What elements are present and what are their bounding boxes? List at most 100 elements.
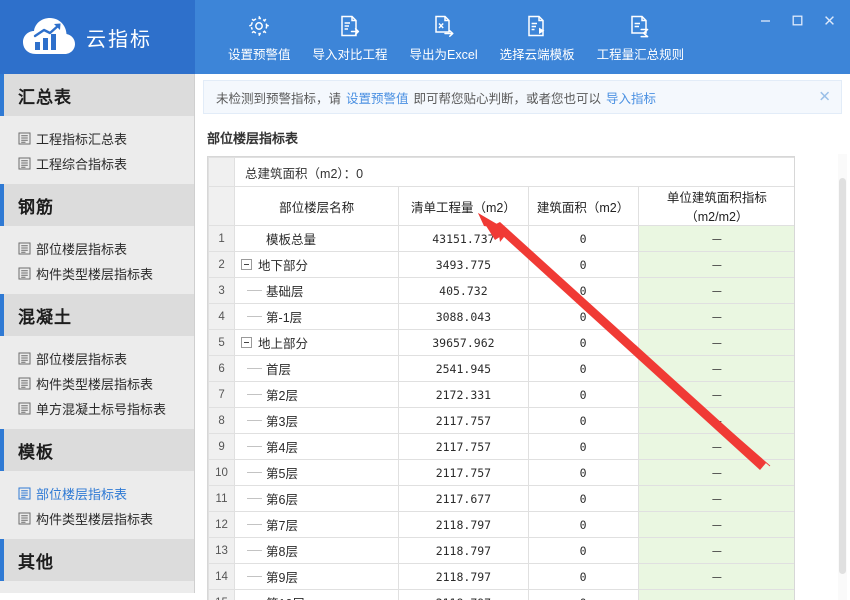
table-row[interactable]: 3 基础层 405.732 0 － [208, 277, 794, 304]
notice-link-set-warning-value[interactable]: 设置预警值 [346, 88, 409, 107]
cell-name[interactable]: 第2层 [234, 381, 400, 408]
maximize-icon[interactable] [782, 6, 812, 34]
close-icon[interactable] [814, 6, 844, 34]
table-row[interactable]: 11 第6层 2117.677 0 － [208, 485, 794, 512]
vertical-scrollbar[interactable] [838, 154, 847, 600]
cell-unit-index[interactable]: － [637, 485, 794, 512]
cell-building-area[interactable]: 0 [527, 225, 639, 252]
cell-name[interactable]: 第8层 [234, 537, 400, 564]
cell-name[interactable]: 模板总量 [234, 225, 400, 252]
sidebar-item[interactable]: 部位楼层指标表 [0, 481, 194, 506]
table-row[interactable]: 12 第7层 2118.797 0 － [208, 511, 794, 538]
cell-building-area[interactable]: 0 [527, 407, 639, 434]
cell-quantity[interactable]: 2118.797 [398, 589, 529, 600]
toolbar-button-quantity-sum-rule[interactable]: 工程量汇总规则 [586, 4, 696, 70]
cell-quantity[interactable]: 405.732 [398, 277, 529, 304]
cell-unit-index[interactable]: － [637, 589, 794, 600]
toolbar-button-select-cloud-template[interactable]: 选择云端模板 [489, 4, 586, 70]
cell-quantity[interactable]: 3088.043 [398, 303, 529, 330]
cell-quantity[interactable]: 2118.797 [398, 511, 529, 538]
cell-building-area[interactable]: 0 [527, 303, 639, 330]
cell-name[interactable]: 第5层 [234, 459, 400, 486]
cell-quantity[interactable]: 2117.757 [398, 459, 529, 486]
cell-name[interactable]: 第-1层 [234, 303, 400, 330]
cell-quantity[interactable]: 3493.775 [398, 251, 529, 278]
cell-unit-index[interactable]: － [637, 225, 794, 252]
notice-close-icon[interactable]: ✕ [818, 90, 831, 105]
cell-name[interactable]: 第3层 [234, 407, 400, 434]
cell-quantity[interactable]: 43151.737 [398, 225, 529, 252]
cell-unit-index[interactable]: － [637, 563, 794, 590]
cell-quantity[interactable]: 2117.757 [398, 433, 529, 460]
cell-building-area[interactable]: 0 [527, 537, 639, 564]
cell-unit-index[interactable]: － [637, 511, 794, 538]
expand-collapse-toggle[interactable] [239, 259, 254, 270]
cell-unit-index[interactable]: － [637, 355, 794, 382]
sidebar-item[interactable]: 构件类型楼层指标表 [0, 506, 194, 531]
column-header-unit-index[interactable]: 单位建筑面积指标（m2/m2） [637, 186, 794, 226]
toolbar-button-import-compare-project[interactable]: 导入对比工程 [302, 4, 399, 70]
table-row[interactable]: 10 第5层 2117.757 0 － [208, 459, 794, 486]
column-header-quantity[interactable]: 清单工程量（m2） [398, 186, 529, 226]
cell-name[interactable]: 第10层 [234, 589, 400, 600]
cell-building-area[interactable]: 0 [527, 433, 639, 460]
cell-name[interactable]: 首层 [234, 355, 400, 382]
cell-quantity[interactable]: 2117.677 [398, 485, 529, 512]
cell-unit-index[interactable]: － [637, 303, 794, 330]
sidebar-item[interactable]: 工程综合指标表 [0, 151, 194, 176]
table-row[interactable]: 5 地上部分 39657.962 0 － [208, 329, 794, 356]
sidebar-item[interactable]: 部位楼层指标表 [0, 346, 194, 371]
cell-quantity[interactable]: 39657.962 [398, 329, 529, 356]
cell-building-area[interactable]: 0 [527, 563, 639, 590]
table-row[interactable]: 14 第9层 2118.797 0 － [208, 563, 794, 590]
table-row[interactable]: 13 第8层 2118.797 0 － [208, 537, 794, 564]
scrollbar-thumb[interactable] [839, 178, 846, 574]
cell-name[interactable]: 第4层 [234, 433, 400, 460]
table-row[interactable]: 9 第4层 2117.757 0 － [208, 433, 794, 460]
cell-unit-index[interactable]: － [637, 251, 794, 278]
cell-building-area[interactable]: 0 [527, 355, 639, 382]
sidebar-item[interactable]: 工程指标汇总表 [0, 126, 194, 151]
table-row[interactable]: 1 模板总量 43151.737 0 － [208, 225, 794, 252]
cell-unit-index[interactable]: － [637, 277, 794, 304]
cell-unit-index[interactable]: － [637, 329, 794, 356]
cell-unit-index[interactable]: － [637, 433, 794, 460]
table-row[interactable]: 7 第2层 2172.331 0 － [208, 381, 794, 408]
cell-building-area[interactable]: 0 [527, 251, 639, 278]
cell-building-area[interactable]: 0 [527, 277, 639, 304]
cell-building-area[interactable]: 0 [527, 459, 639, 486]
table-row[interactable]: 4 第-1层 3088.043 0 － [208, 303, 794, 330]
toolbar-button-set-warning-value[interactable]: 设置预警值 [217, 4, 302, 70]
cell-quantity[interactable]: 2172.331 [398, 381, 529, 408]
cell-building-area[interactable]: 0 [527, 381, 639, 408]
cell-quantity[interactable]: 2541.945 [398, 355, 529, 382]
cell-name[interactable]: 地下部分 [234, 251, 400, 278]
table-row[interactable]: 15 第10层 2118.7970－ [208, 589, 794, 600]
table-row[interactable]: 2 地下部分 3493.775 0 － [208, 251, 794, 278]
column-header-building-area[interactable]: 建筑面积（m2） [527, 186, 639, 226]
sidebar-item[interactable]: 单方混凝土标号指标表 [0, 396, 194, 421]
cell-unit-index[interactable]: － [637, 537, 794, 564]
cell-building-area[interactable]: 0 [527, 329, 639, 356]
table-row[interactable]: 8 第3层 2117.757 0 － [208, 407, 794, 434]
cell-name[interactable]: 第7层 [234, 511, 400, 538]
cell-quantity[interactable]: 2117.757 [398, 407, 529, 434]
notice-link-import-indicator[interactable]: 导入指标 [606, 88, 656, 107]
cell-unit-index[interactable]: － [637, 407, 794, 434]
minimize-icon[interactable] [750, 6, 780, 34]
toolbar-button-export-excel[interactable]: 导出为Excel [399, 4, 489, 70]
cell-building-area[interactable]: 0 [527, 511, 639, 538]
cell-name[interactable]: 地上部分 [234, 329, 400, 356]
cell-name[interactable]: 第6层 [234, 485, 400, 512]
cell-name[interactable]: 基础层 [234, 277, 400, 304]
column-header-name[interactable]: 部位楼层名称 [234, 186, 400, 226]
cell-quantity[interactable]: 2118.797 [398, 537, 529, 564]
cell-unit-index[interactable]: － [637, 381, 794, 408]
sidebar-item[interactable]: 构件类型楼层指标表 [0, 371, 194, 396]
cell-building-area[interactable]: 0 [527, 485, 639, 512]
table-row[interactable]: 6 首层 2541.945 0 － [208, 355, 794, 382]
sidebar-item[interactable]: 构件类型楼层指标表 [0, 261, 194, 286]
sidebar-item[interactable]: 部位楼层指标表 [0, 236, 194, 261]
cell-name[interactable]: 第9层 [234, 563, 400, 590]
cell-unit-index[interactable]: － [637, 459, 794, 486]
